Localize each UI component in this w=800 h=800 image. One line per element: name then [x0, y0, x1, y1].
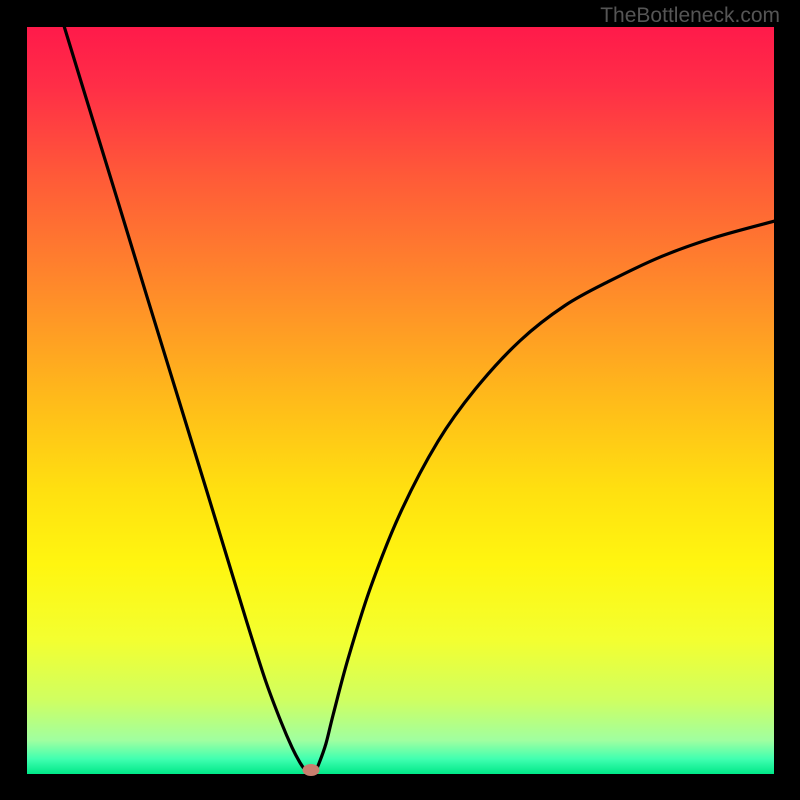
chart-plot-area — [27, 27, 774, 774]
chart-marker-dot — [302, 764, 319, 776]
watermark-text: TheBottleneck.com — [600, 4, 780, 28]
chart-curve — [27, 27, 774, 774]
